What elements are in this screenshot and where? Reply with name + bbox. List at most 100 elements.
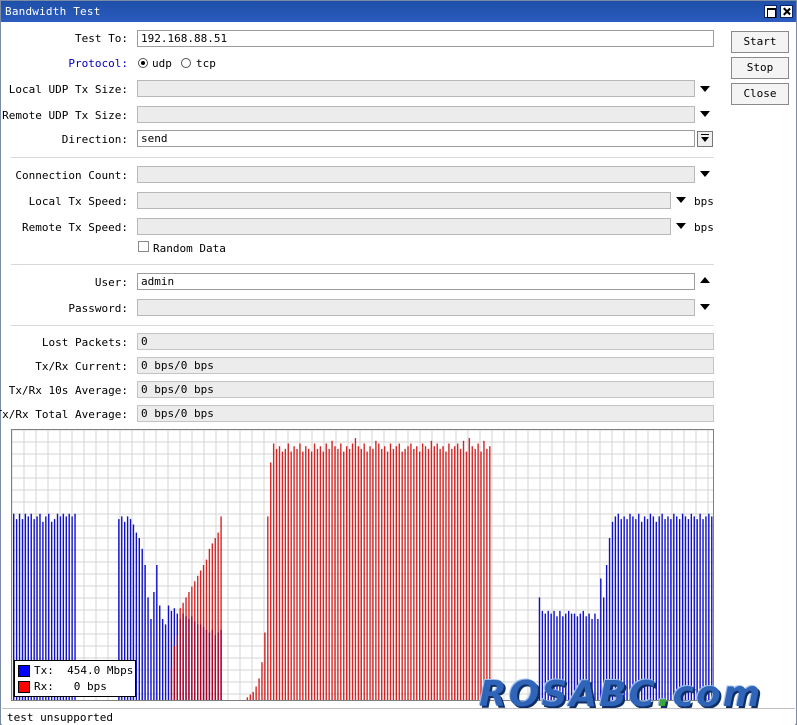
- tx-rx-10s-average-value: 0 bps/0 bps: [137, 381, 714, 398]
- rx-bar: [214, 538, 216, 700]
- test-to-input[interactable]: 192.168.88.51: [137, 30, 714, 47]
- divider: [11, 325, 714, 326]
- rx-bar: [267, 516, 269, 700]
- protocol-udp-radio[interactable]: [138, 58, 148, 68]
- start-button[interactable]: Start: [731, 31, 789, 53]
- status-text: test unsupported: [7, 711, 113, 724]
- protocol-tcp-label: tcp: [196, 57, 216, 70]
- rx-bar: [264, 632, 266, 700]
- tx-bar: [649, 513, 652, 700]
- tx-bar: [696, 519, 698, 700]
- tx-bar: [150, 619, 152, 700]
- rx-bar: [448, 443, 450, 700]
- rx-bar: [281, 451, 284, 700]
- protocol-tcp-radio[interactable]: [181, 58, 191, 68]
- password-dropdown-icon[interactable]: [700, 304, 710, 310]
- tx-bar: [138, 538, 140, 700]
- tx-bar: [632, 516, 634, 700]
- rx-bar: [424, 446, 427, 700]
- tx-bar: [617, 513, 620, 700]
- rx-bar: [325, 443, 327, 700]
- local-tx-speed-input[interactable]: [137, 192, 671, 209]
- rx-bar: [404, 448, 406, 700]
- chevron-down-icon: [701, 137, 709, 142]
- rx-bar: [334, 446, 336, 700]
- rx-bar: [261, 662, 263, 700]
- rx-bar: [462, 440, 465, 700]
- remote-udp-tx-size-dropdown-icon[interactable]: [700, 111, 710, 117]
- rx-bar: [401, 451, 403, 700]
- tx-bar: [711, 516, 713, 700]
- tx-bar: [661, 513, 663, 700]
- close-icon[interactable]: [780, 5, 793, 18]
- local-udp-tx-size-input[interactable]: [137, 80, 695, 97]
- rx-bar: [433, 446, 435, 700]
- rx-bar: [272, 443, 275, 700]
- rx-bar: [483, 440, 485, 700]
- rx-bar: [293, 446, 295, 700]
- rx-bar: [427, 448, 430, 700]
- rx-bar: [489, 446, 491, 700]
- rx-bar: [208, 548, 211, 700]
- rx-bar: [419, 451, 421, 700]
- protocol-udp-label: udp: [152, 57, 172, 70]
- rx-bar: [340, 443, 342, 700]
- connection-count-input[interactable]: [137, 166, 695, 183]
- rx-bar: [305, 446, 307, 700]
- password-label: Password:: [68, 302, 128, 315]
- direction-dropdown-button[interactable]: [697, 131, 713, 147]
- local-tx-speed-dropdown-icon[interactable]: [676, 197, 686, 203]
- password-input[interactable]: [137, 299, 695, 316]
- tx-bar: [626, 519, 628, 700]
- protocol-label: Protocol:: [68, 57, 128, 70]
- rx-bar: [202, 565, 205, 700]
- tx-bar: [141, 548, 143, 700]
- rx-bar: [392, 448, 395, 700]
- title-bar[interactable]: Bandwidth Test: [1, 1, 796, 22]
- divider: [11, 157, 714, 158]
- test-to-label: Test To:: [75, 32, 128, 45]
- rx-bar: [398, 443, 400, 700]
- legend-tx-label: Tx:: [34, 664, 54, 677]
- user-input[interactable]: admin: [137, 273, 695, 290]
- maximize-icon[interactable]: [764, 5, 777, 18]
- rx-bar: [439, 448, 441, 700]
- rx-bar: [351, 443, 354, 700]
- rx-bar: [395, 446, 398, 700]
- legend-tx-swatch: [18, 665, 30, 677]
- random-data-label: Random Data: [153, 242, 226, 255]
- tx-bar: [638, 513, 640, 700]
- user-collapse-icon[interactable]: [700, 277, 710, 283]
- lost-packets-value: 0: [137, 333, 714, 350]
- random-data-checkbox[interactable]: [138, 241, 149, 252]
- rx-bar: [465, 451, 468, 700]
- rx-bar: [328, 448, 330, 700]
- tx-rx-total-average-value: 0 bps/0 bps: [137, 405, 714, 422]
- tx-bar: [670, 519, 672, 700]
- tx-bar: [684, 516, 687, 700]
- connection-count-label: Connection Count:: [15, 169, 128, 182]
- tx-bar: [681, 513, 684, 700]
- connection-count-dropdown-icon[interactable]: [700, 171, 710, 177]
- rx-bar: [205, 559, 208, 700]
- divider: [11, 264, 714, 265]
- remote-udp-tx-size-input[interactable]: [137, 106, 695, 123]
- rx-bar: [416, 446, 418, 700]
- tx-bar: [144, 565, 146, 700]
- remote-tx-speed-dropdown-icon[interactable]: [676, 223, 686, 229]
- rx-bar: [322, 451, 325, 700]
- rx-bar: [410, 443, 412, 700]
- local-udp-tx-size-dropdown-icon[interactable]: [700, 86, 710, 92]
- tx-bar: [699, 513, 701, 700]
- direction-select[interactable]: send: [137, 130, 695, 147]
- rx-bar: [278, 446, 281, 700]
- rx-bar: [270, 462, 272, 700]
- rx-bar: [407, 446, 409, 700]
- stop-button[interactable]: Stop: [731, 57, 789, 79]
- rx-bar: [471, 446, 473, 700]
- window-title: Bandwidth Test: [5, 5, 101, 18]
- remote-tx-speed-input[interactable]: [137, 218, 671, 235]
- rx-bar: [185, 597, 187, 700]
- rx-bar: [383, 446, 386, 700]
- close-button[interactable]: Close: [731, 83, 789, 105]
